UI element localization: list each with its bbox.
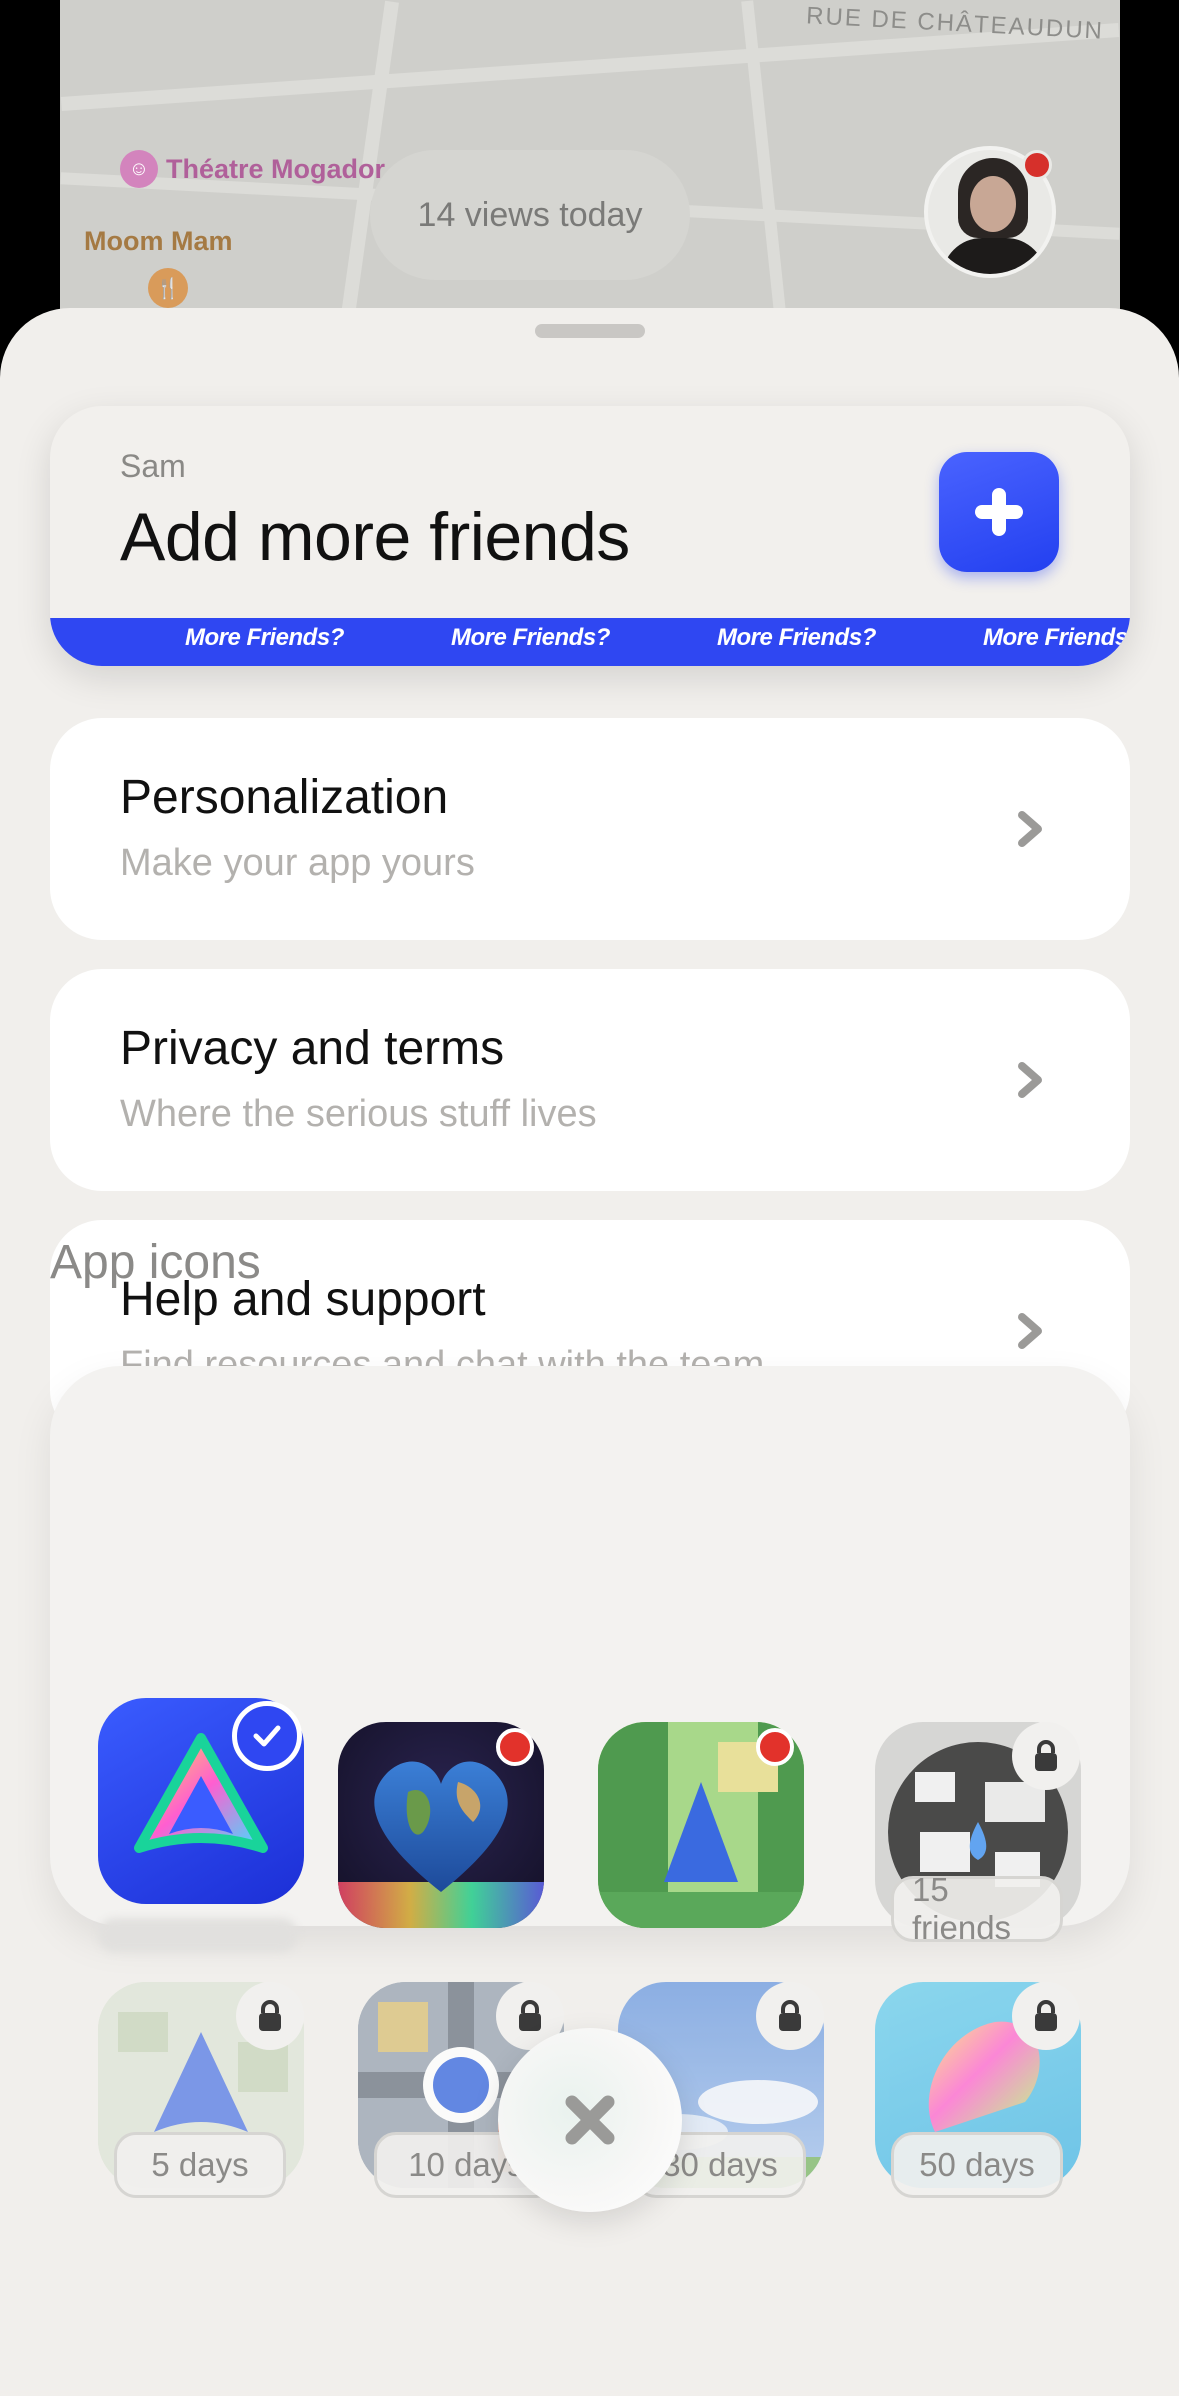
menu-item-subtitle: Make your app yours [120, 842, 475, 884]
theatre-mask-icon: ☺ [120, 150, 158, 188]
lock-icon [1012, 1722, 1080, 1790]
chevron-right-icon [1018, 811, 1042, 847]
views-today-pill: 14 views today [370, 150, 690, 280]
notification-dot [496, 1728, 534, 1766]
ticker-label: More Friends? [717, 624, 876, 651]
user-name: Sam [120, 448, 186, 484]
restaurant-fork-icon: 🍴 [148, 268, 188, 308]
notification-dot [756, 1728, 794, 1766]
lock-icon [1012, 1982, 1080, 2050]
selected-shadow [98, 1918, 298, 1952]
selected-check-icon [232, 1701, 302, 1771]
chevron-right-icon [1018, 1062, 1042, 1098]
unlock-requirement: 15 friends [891, 1871, 1063, 1946]
close-button[interactable] [498, 2028, 682, 2212]
menu-item-privacy[interactable]: Privacy and terms Where the serious stuf… [50, 969, 1130, 1191]
sheet-grabber[interactable] [535, 324, 645, 338]
app-icons-heading: App icons [50, 1236, 261, 1289]
lock-icon [236, 1982, 304, 2050]
ticker-label: More Friends? [983, 624, 1130, 651]
chevron-right-icon [1018, 1313, 1042, 1349]
add-friend-button[interactable] [939, 452, 1059, 572]
poi-theatre-label: Théatre Mogador [166, 153, 386, 184]
plus-icon [975, 488, 1023, 536]
menu-item-title: Personalization [120, 771, 449, 824]
avatar-notification-dot [1022, 150, 1052, 180]
unlock-requirement: 50 days [891, 2132, 1063, 2198]
ticker-label: More Friends? [451, 624, 610, 651]
menu-item-personalization[interactable]: Personalization Make your app yours [50, 718, 1130, 940]
lock-icon [756, 1982, 824, 2050]
poi-restaurant-label: Moom Mam [84, 226, 233, 256]
close-icon [565, 2095, 615, 2145]
add-friends-title: Add more friends [120, 499, 630, 575]
unlock-requirement: 5 days [114, 2132, 286, 2198]
friends-ticker: ? More Friends? More Friends? More Frien… [50, 618, 1130, 666]
ticker-label: More Friends? [185, 624, 344, 651]
menu-item-subtitle: Where the serious stuff lives [120, 1093, 597, 1135]
map-poi-theatre[interactable]: ☺ Théatre Mogador [120, 150, 385, 188]
add-friends-card[interactable]: Sam Add more friends ? More Friends? Mor… [50, 406, 1130, 666]
menu-item-title: Privacy and terms [120, 1022, 505, 1075]
map-poi-restaurant[interactable]: Moom Mam [84, 226, 233, 257]
